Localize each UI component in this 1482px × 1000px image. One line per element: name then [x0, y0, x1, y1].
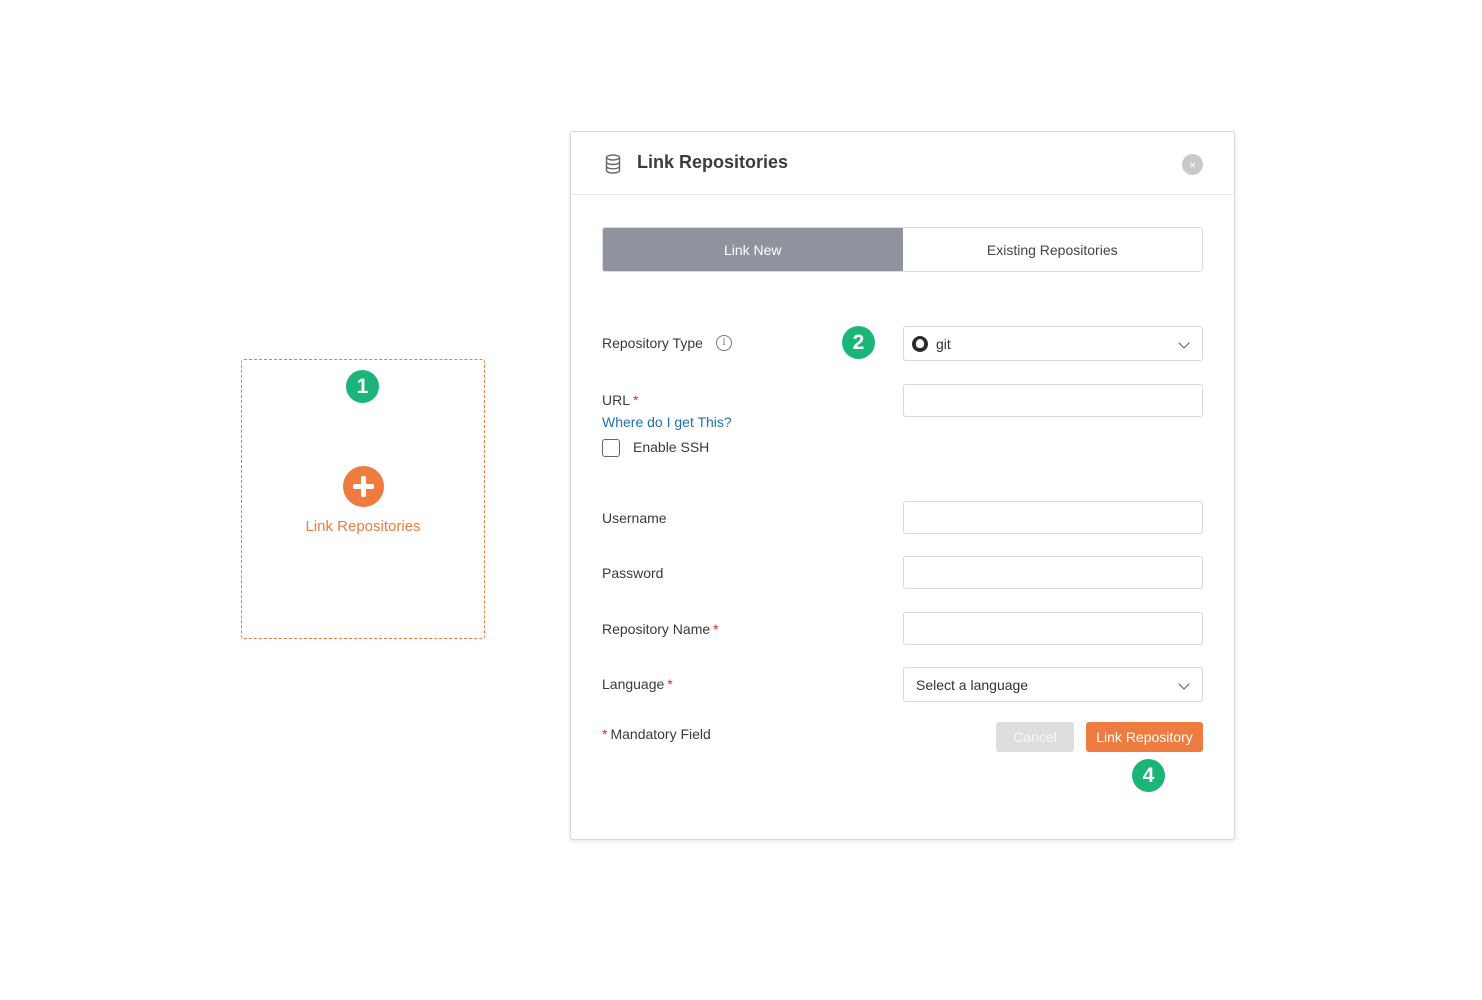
tab-link-new[interactable]: Link New — [603, 228, 903, 271]
plus-icon — [343, 466, 384, 507]
repository-type-label: Repository Type — [602, 335, 703, 351]
repository-type-select[interactable]: git — [903, 326, 1203, 361]
chevron-down-icon — [1178, 337, 1190, 349]
username-label: Username — [602, 510, 667, 526]
tab-existing-repositories[interactable]: Existing Repositories — [902, 228, 1202, 271]
modal-header: Link Repositories × — [571, 132, 1234, 195]
page: Link Repositories 1 Link Repositories × … — [0, 0, 1482, 1000]
enable-ssh-label: Enable SSH — [633, 439, 710, 455]
url-input[interactable] — [903, 384, 1203, 417]
repository-name-input[interactable] — [903, 612, 1203, 645]
database-icon — [605, 154, 621, 174]
cancel-button[interactable]: Cancel — [996, 722, 1074, 752]
step-badge-4: 4 — [1132, 759, 1165, 792]
password-label: Password — [602, 565, 664, 581]
password-input[interactable] — [903, 556, 1203, 589]
language-select[interactable]: Select a language — [903, 667, 1203, 702]
github-icon — [912, 336, 928, 352]
enable-ssh-checkbox[interactable] — [602, 439, 620, 457]
language-placeholder: Select a language — [916, 676, 1029, 693]
close-icon[interactable]: × — [1182, 154, 1203, 175]
link-repository-button[interactable]: Link Repository — [1086, 722, 1203, 752]
username-input[interactable] — [903, 501, 1203, 534]
mandatory-field-note: * Mandatory Field — [602, 726, 711, 742]
step-badge-1: 1 — [346, 370, 379, 403]
url-label: URL * — [602, 392, 639, 408]
language-label: Language * — [602, 676, 673, 692]
where-do-i-get-this-link[interactable]: Where do I get This? — [602, 414, 732, 430]
repository-type-value: git — [936, 335, 951, 352]
step-badge-2: 2 — [842, 326, 875, 359]
link-repositories-card-label: Link Repositories — [305, 518, 421, 535]
chevron-down-icon — [1178, 678, 1190, 690]
modal-tabs: Link New Existing Repositories — [602, 227, 1203, 272]
modal-title: Link Repositories — [637, 152, 789, 172]
info-icon[interactable]: i — [716, 335, 732, 351]
repository-name-label: Repository Name * — [602, 621, 719, 637]
link-repositories-modal: Link Repositories × Link New Existing Re… — [570, 131, 1235, 840]
